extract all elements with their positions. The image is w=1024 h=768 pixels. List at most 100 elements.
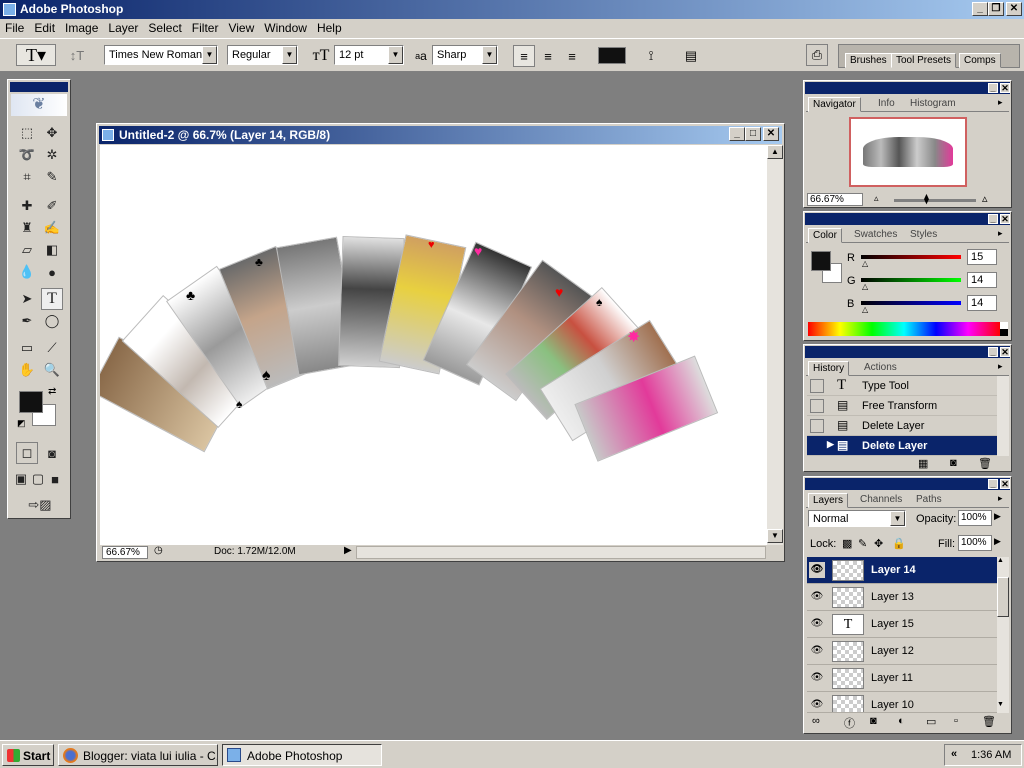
panel-minimize-button[interactable]: _	[988, 347, 998, 357]
palettes-toggle-icon[interactable]: ▤	[680, 45, 702, 67]
align-right-icon[interactable]: ≡	[561, 45, 583, 67]
tab-history[interactable]: History	[808, 361, 850, 376]
panel-menu-icon[interactable]: ▸	[998, 361, 1003, 372]
scroll-up-button[interactable]: ▲	[997, 557, 1004, 564]
tab-paths[interactable]: Paths	[912, 493, 946, 508]
tab-layers[interactable]: Layers	[808, 493, 849, 508]
new-layer-icon[interactable]: ▫	[954, 715, 958, 727]
font-size-select[interactable]: 12 pt ▼	[334, 45, 404, 65]
red-slider[interactable]	[861, 255, 961, 259]
screen-mode-standard-icon[interactable]: ▣	[13, 468, 29, 490]
zoom-slider-thumb[interactable]: ⧫	[924, 194, 929, 205]
menu-layer[interactable]: Layer	[103, 19, 143, 35]
align-left-icon[interactable]: ≡	[513, 45, 535, 67]
foreground-color-swatch[interactable]	[19, 391, 43, 413]
zoom-field[interactable]: 66.67%	[102, 546, 148, 559]
panel-minimize-button[interactable]: _	[988, 479, 998, 489]
marquee-tool-icon[interactable]: ⬚	[16, 122, 38, 144]
panel-close-button[interactable]: ✕	[1000, 214, 1010, 224]
scroll-thumb[interactable]	[997, 577, 1009, 617]
green-slider-thumb[interactable]: △	[862, 282, 868, 291]
blue-slider[interactable]	[861, 301, 961, 305]
visibility-eye-icon[interactable]: 👁	[809, 697, 825, 712]
menu-file[interactable]: File	[0, 19, 29, 35]
stamp-tool-icon[interactable]: ♜	[16, 217, 38, 239]
menu-window[interactable]: Window	[259, 19, 312, 35]
history-source-box[interactable]	[810, 379, 824, 393]
red-value[interactable]: 15	[967, 249, 997, 265]
color-fg-swatch[interactable]	[811, 251, 831, 271]
layer-row[interactable]: 👁 Layer 11	[807, 665, 997, 692]
start-button[interactable]: Start	[2, 744, 54, 766]
visibility-eye-icon[interactable]: 👁	[809, 643, 825, 659]
hand-tool-icon[interactable]: ✋	[16, 359, 38, 381]
panel-minimize-button[interactable]: _	[988, 83, 998, 93]
visibility-eye-icon[interactable]: 👁	[809, 589, 825, 605]
color-spectrum-bar[interactable]	[808, 322, 1000, 336]
font-style-select[interactable]: Regular ▼	[227, 45, 298, 65]
history-scrollbar[interactable]	[997, 376, 1009, 456]
layers-scrollbar[interactable]: ▲ ▼	[997, 557, 1009, 713]
tab-channels[interactable]: Channels	[856, 493, 906, 508]
layer-row[interactable]: 👁 Layer 12	[807, 638, 997, 665]
jump-to-imageready-icon[interactable]: ⇨▨	[20, 494, 60, 516]
minimize-button[interactable]: _	[972, 2, 988, 16]
trash-icon[interactable]: 🗑	[982, 715, 996, 728]
lock-transparency-icon[interactable]: ▩	[842, 537, 852, 550]
lock-image-icon[interactable]: ✎	[858, 537, 867, 550]
status-menu-icon[interactable]: ◷	[154, 545, 163, 556]
menu-image[interactable]: Image	[60, 19, 103, 35]
tab-color[interactable]: Color	[808, 228, 842, 243]
antialias-select[interactable]: Sharp ▼	[432, 45, 498, 65]
tab-histogram[interactable]: Histogram	[906, 97, 960, 112]
move-tool-icon[interactable]: ✥	[41, 122, 63, 144]
panel-menu-icon[interactable]: ▸	[998, 228, 1003, 239]
eyedropper-icon[interactable]: ⟋	[41, 337, 63, 359]
link-icon[interactable]: ∞	[812, 715, 820, 727]
history-item[interactable]: ▤ Free Transform	[807, 396, 997, 416]
warp-text-icon[interactable]: ⟟	[640, 45, 662, 67]
visibility-eye-icon[interactable]: 👁	[809, 670, 825, 686]
healing-brush-icon[interactable]: ✚	[16, 195, 38, 217]
fill-arrow-icon[interactable]: ▶	[994, 536, 1001, 547]
quick-mask-icon[interactable]: ◙	[41, 442, 63, 464]
status-arrow-icon[interactable]: ▶	[344, 545, 352, 556]
default-colors-icon[interactable]: ◩	[17, 418, 26, 429]
navigator-preview[interactable]	[849, 117, 967, 187]
file-browser-icon[interactable]: ⎙	[806, 44, 828, 66]
history-item[interactable]: T Type Tool	[807, 376, 997, 396]
layer-style-icon[interactable]: ⓕ	[844, 715, 855, 731]
blue-value[interactable]: 14	[967, 295, 997, 311]
history-brush-icon[interactable]: ✍	[41, 217, 63, 239]
vertical-scrollbar[interactable]: ▲ ▼	[767, 145, 783, 545]
panel-menu-icon[interactable]: ▸	[998, 97, 1003, 108]
adjustment-layer-icon[interactable]: ◐	[898, 715, 905, 727]
opacity-field[interactable]: 100%	[958, 510, 992, 526]
font-family-select[interactable]: Times New Roman ▼	[104, 45, 218, 65]
standard-mode-icon[interactable]: ◻	[16, 442, 38, 464]
layer-row[interactable]: 👁 T Layer 15	[807, 611, 997, 638]
new-group-icon[interactable]: ▭	[926, 715, 936, 728]
menu-filter[interactable]: Filter	[187, 19, 224, 35]
notes-tool-icon[interactable]: ▭	[16, 337, 38, 359]
path-selection-icon[interactable]: ➤	[16, 288, 38, 310]
tab-actions[interactable]: Actions	[860, 361, 901, 376]
text-color-swatch[interactable]	[598, 47, 626, 64]
taskbar-item-photoshop[interactable]: Adobe Photoshop	[222, 744, 382, 766]
tab-info[interactable]: Info	[874, 97, 899, 112]
panel-close-button[interactable]: ✕	[1000, 83, 1010, 93]
fill-field[interactable]: 100%	[958, 535, 992, 551]
eraser-tool-icon[interactable]: ▱	[16, 239, 38, 261]
horizontal-scrollbar[interactable]	[356, 546, 766, 559]
type-tool-preset-icon[interactable]: T▾	[16, 44, 56, 66]
blend-mode-select[interactable]: Normal ▼	[808, 510, 906, 527]
blur-tool-icon[interactable]: 💧	[16, 261, 38, 283]
green-value[interactable]: 14	[967, 272, 997, 288]
gradient-tool-icon[interactable]: ◧	[41, 239, 63, 261]
red-slider-thumb[interactable]: △	[862, 259, 868, 268]
type-tool-icon[interactable]: T	[41, 288, 63, 310]
tab-styles[interactable]: Styles	[906, 228, 941, 243]
layer-mask-icon[interactable]: ◙	[870, 715, 877, 727]
green-slider[interactable]	[861, 278, 961, 282]
close-button[interactable]: ✕	[1006, 2, 1022, 16]
